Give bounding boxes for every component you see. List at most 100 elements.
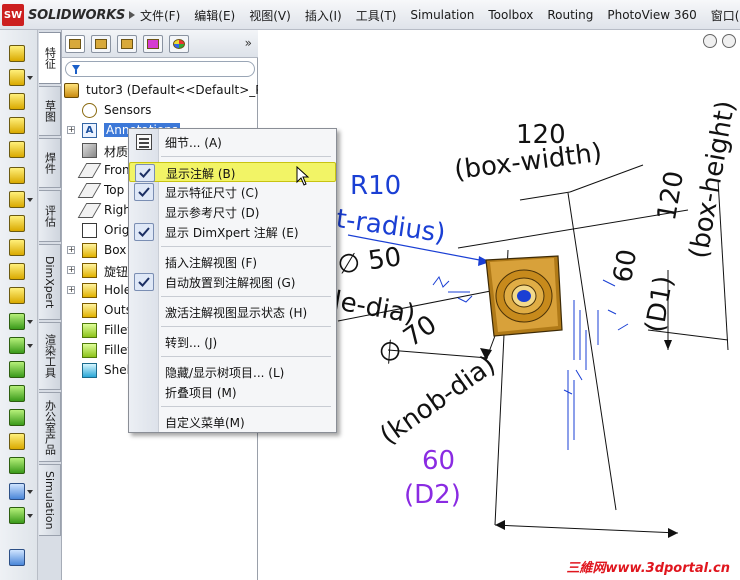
menu-separator	[161, 356, 331, 357]
tree-item-label: Box	[104, 243, 127, 257]
rib-button[interactable]	[5, 360, 33, 380]
fillet-icon	[82, 323, 97, 338]
dropdown-arrow-icon[interactable]	[27, 76, 33, 80]
display-manager-tab[interactable]	[169, 35, 189, 53]
expand-node-icon[interactable]: +	[67, 286, 75, 294]
dropdown-arrow-icon[interactable]	[27, 198, 33, 202]
dim-radius-value[interactable]: R10	[350, 173, 401, 199]
expand-panel-icon[interactable]: »	[245, 36, 252, 50]
dimxpert-manager-icon	[147, 39, 159, 49]
context-menu-item[interactable]: 转到... (J)	[129, 332, 336, 352]
logo-flyout-arrow-icon[interactable]	[129, 11, 136, 19]
lofted-boss-button[interactable]	[5, 116, 33, 136]
tab-office-products[interactable]: 办公室产品	[39, 392, 61, 462]
menu-routing[interactable]: Routing	[547, 8, 593, 22]
menu-edit[interactable]: 编辑(E)	[194, 7, 235, 24]
dim-d2-name[interactable]: (D2)	[404, 482, 461, 508]
instant3d-button[interactable]	[5, 548, 33, 568]
expand-node-icon[interactable]: +	[67, 266, 75, 274]
tab-dimxpert[interactable]: DimXpert	[39, 244, 61, 320]
plane-icon	[77, 183, 102, 198]
configuration-manager-tab[interactable]	[117, 35, 137, 53]
tree-item[interactable]: tutor3 (Default<<Default>_Pl	[62, 80, 266, 100]
dropdown-arrow-icon[interactable]	[27, 344, 33, 348]
dropdown-arrow-icon[interactable]	[27, 320, 33, 324]
curves-button[interactable]	[5, 506, 33, 526]
solidworks-logo-mark: SW	[2, 4, 24, 26]
solidworks-logo[interactable]: SW SOLIDWORKS	[2, 4, 136, 26]
menu-photoview[interactable]: PhotoView 360	[607, 8, 696, 22]
fillet-button[interactable]	[5, 312, 33, 332]
shell-button[interactable]	[5, 408, 33, 428]
zoom-to-fit-icon[interactable]	[703, 34, 717, 48]
dim-d1-value[interactable]: 60	[608, 247, 643, 285]
dropdown-arrow-icon[interactable]	[27, 490, 33, 494]
menu-view[interactable]: 视图(V)	[249, 7, 291, 24]
details-icon	[136, 134, 152, 150]
context-menu-item[interactable]: 显示参考尺寸 (D)	[129, 202, 336, 222]
plane-icon	[77, 163, 102, 178]
boundary-cut-button[interactable]	[5, 286, 33, 306]
intersect-button[interactable]	[5, 456, 33, 476]
extruded-boss-button[interactable]	[5, 44, 33, 64]
expand-node-icon[interactable]: +	[67, 126, 75, 134]
revolved-boss-button[interactable]	[5, 68, 33, 88]
expand-node-icon[interactable]: +	[67, 246, 75, 254]
swept-cut-button[interactable]	[5, 238, 33, 258]
revolved-cut-button[interactable]	[5, 214, 33, 234]
rib-icon	[9, 361, 25, 378]
extruded-cut-button[interactable]	[5, 166, 33, 186]
context-menu-item[interactable]: 自动放置到注解视图 (G)	[129, 272, 336, 292]
tab-features[interactable]: 特征	[39, 32, 61, 84]
tab-evaluate[interactable]: 评估	[39, 190, 61, 242]
reference-geometry-button[interactable]	[5, 482, 33, 502]
context-menu-item[interactable]: 隐藏/显示树项目... (L)	[129, 362, 336, 382]
menu-tools[interactable]: 工具(T)	[356, 7, 397, 24]
watermark: 三維网www.3dportal.cn	[566, 561, 730, 576]
context-menu-item[interactable]: 自定义菜单(M)	[129, 412, 336, 432]
checkmark-icon	[134, 183, 154, 201]
menu-separator	[161, 406, 331, 407]
tree-item[interactable]: Sensors	[62, 100, 258, 120]
loft-icon	[9, 117, 25, 134]
menu-toolbox[interactable]: Toolbox	[488, 8, 533, 22]
linear-pattern-button[interactable]	[5, 336, 33, 356]
feature-tree-icon	[69, 39, 81, 49]
swept-boss-button[interactable]	[5, 92, 33, 112]
hole-wizard-button[interactable]	[5, 190, 33, 210]
tree-item-label: Top	[104, 183, 125, 197]
dim-d2-value[interactable]: 60	[422, 448, 455, 474]
context-menu-item-label: 显示 DimXpert 注解 (E)	[165, 226, 299, 240]
wrap-button[interactable]	[5, 432, 33, 452]
menu-file[interactable]: 文件(F)	[140, 7, 180, 24]
zoom-area-icon[interactable]	[722, 34, 736, 48]
wrap-icon	[9, 433, 25, 450]
tab-render-tools[interactable]: 渲染工具	[39, 322, 61, 390]
context-menu-item-label: 折叠项目 (M)	[165, 386, 237, 400]
context-menu-item[interactable]: 插入注解视图 (F)	[129, 252, 336, 272]
context-menu-item[interactable]: 折叠项目 (M)	[129, 382, 336, 402]
context-menu-item[interactable]: 细节... (A)	[129, 132, 336, 152]
feature-manager-tab[interactable]	[65, 35, 85, 53]
context-menu-item[interactable]: 激活注解视图显示状态 (H)	[129, 302, 336, 322]
context-menu-item[interactable]: 显示 DimXpert 注解 (E)	[129, 222, 336, 242]
menu-insert[interactable]: 插入(I)	[305, 7, 342, 24]
dimxpert-manager-tab[interactable]	[143, 35, 163, 53]
mouse-cursor-icon	[296, 166, 310, 186]
lofted-cut-button[interactable]	[5, 262, 33, 282]
menu-window[interactable]: 窗口(W)	[711, 7, 740, 24]
tree-filter-input[interactable]	[65, 61, 255, 77]
dropdown-arrow-icon[interactable]	[27, 514, 33, 518]
tab-office-products-label: 办公室产品	[43, 399, 57, 455]
tree-item-label: 旋钮	[104, 265, 129, 279]
draft-button[interactable]	[5, 384, 33, 404]
tab-sketch[interactable]: 草图	[39, 86, 61, 136]
boundary-boss-button[interactable]	[5, 140, 33, 160]
material-icon	[82, 143, 97, 158]
feature-icon	[82, 303, 97, 318]
menu-simulation[interactable]: Simulation	[410, 8, 474, 22]
tab-weldments[interactable]: 焊件	[39, 138, 61, 188]
property-manager-tab[interactable]	[91, 35, 111, 53]
tab-simulation[interactable]: Simulation	[39, 464, 61, 536]
draft-icon	[9, 385, 25, 402]
